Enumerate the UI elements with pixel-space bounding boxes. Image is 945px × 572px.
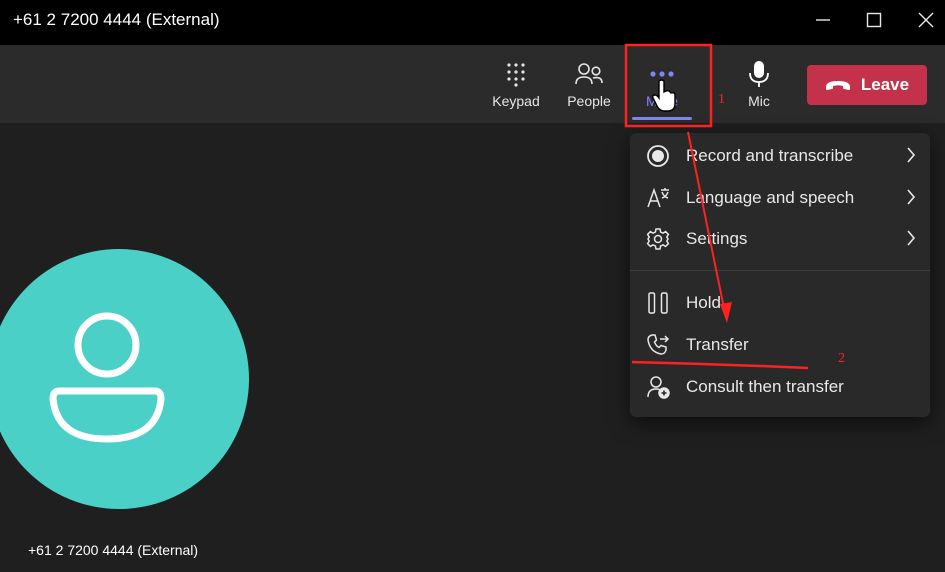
menu-item-record-and-transcribe[interactable]: Record and transcribe (630, 136, 930, 176)
people-button[interactable]: People (564, 59, 614, 115)
menu-item-consult-then-transfer[interactable]: Consult then transfer (630, 367, 930, 407)
more-label: More (646, 93, 678, 109)
title-bar: +61 2 7200 4444 (External) (0, 0, 945, 45)
maximize-button[interactable] (849, 0, 899, 40)
menu-item-transfer[interactable]: Transfer (630, 325, 930, 365)
mic-label: Mic (748, 93, 770, 109)
pause-icon (648, 292, 668, 314)
hang-up-icon (825, 81, 850, 90)
minimize-icon (816, 19, 830, 21)
chevron-right-icon (907, 189, 916, 205)
active-tab-indicator (632, 117, 692, 120)
minimize-button[interactable] (798, 0, 848, 40)
leave-label: Leave (860, 75, 910, 94)
chevron-right-icon (907, 147, 916, 163)
leave-button[interactable]: Leave (807, 65, 927, 105)
record-icon (647, 145, 669, 167)
close-button[interactable] (901, 0, 945, 40)
window-title: +61 2 7200 4444 (External) (13, 10, 220, 29)
menu-item-label: Hold (686, 293, 721, 312)
menu-item-settings[interactable]: Settings (630, 219, 930, 259)
menu-item-label: Consult then transfer (686, 377, 844, 396)
gear-icon (646, 228, 670, 250)
people-label: People (567, 93, 611, 109)
menu-item-label: Settings (686, 229, 748, 248)
more-icon (650, 71, 674, 77)
menu-item-label: Language and speech (686, 188, 855, 207)
more-options-menu: Record and transcribe Language and speec… (630, 133, 930, 417)
person-icon (49, 312, 165, 443)
call-toolbar: Keypad People More Mic Leave (0, 45, 945, 123)
more-button[interactable]: More (638, 59, 686, 115)
menu-item-label: Transfer (686, 335, 749, 354)
menu-item-language-and-speech[interactable]: Language and speech (630, 178, 930, 218)
mic-icon (749, 61, 769, 87)
caller-avatar (0, 249, 249, 509)
keypad-icon (507, 63, 525, 87)
transfer-icon (647, 334, 670, 355)
consult-transfer-icon (647, 376, 670, 399)
menu-item-label: Record and transcribe (686, 146, 854, 165)
language-icon (647, 187, 669, 208)
people-icon (575, 63, 603, 85)
annotation-step-1: 1 (718, 92, 725, 107)
caller-name: +61 2 7200 4444 (External) (28, 542, 199, 558)
maximize-icon (866, 12, 882, 28)
annotation-step-2: 2 (838, 351, 845, 366)
keypad-label: Keypad (492, 93, 540, 109)
keypad-button[interactable]: Keypad (490, 59, 542, 115)
mic-button[interactable]: Mic (742, 59, 776, 115)
menu-item-hold[interactable]: Hold (630, 283, 930, 323)
chevron-right-icon (907, 230, 916, 246)
menu-divider (630, 270, 930, 271)
close-icon (918, 12, 934, 28)
